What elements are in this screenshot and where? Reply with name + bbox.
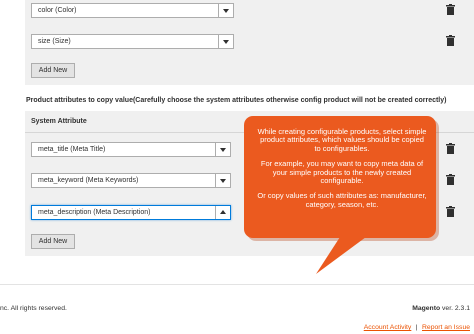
- callout-paragraph: For example, you may want to copy meta d…: [260, 159, 424, 186]
- copy-attribute-select-meta-title[interactable]: meta_title (Meta Title): [31, 142, 231, 157]
- copy-attribute-select-meta-description[interactable]: meta_description (Meta Description): [31, 205, 231, 220]
- trash-icon[interactable]: [446, 206, 455, 217]
- footer-brand: Magento: [412, 305, 441, 312]
- attribute-select-value: meta_title (Meta Title): [38, 146, 106, 153]
- add-new-copy-attribute-button[interactable]: Add New: [31, 234, 75, 249]
- chevron-down-icon: [215, 174, 230, 187]
- attribute-select-color[interactable]: color (Color): [31, 3, 234, 18]
- copy-attribute-select-meta-keyword[interactable]: meta_keyword (Meta Keywords): [31, 173, 231, 188]
- chevron-down-icon: [218, 35, 233, 48]
- callout-paragraph: While creating configurable products, se…: [257, 127, 427, 153]
- account-activity-link[interactable]: Account Activity: [364, 324, 412, 331]
- attribute-select-size[interactable]: size (Size): [31, 34, 234, 49]
- column-header-system-attribute: System Attribute: [31, 118, 87, 125]
- report-issue-link[interactable]: Report an Issue: [422, 324, 470, 331]
- copy-section-title: Product attributes to copy value(Careful…: [26, 97, 447, 104]
- attribute-select-value: meta_keyword (Meta Keywords): [38, 177, 139, 184]
- footer-divider: [0, 284, 474, 285]
- chevron-up-icon: [215, 206, 230, 219]
- footer-separator: |: [415, 324, 418, 331]
- trash-icon[interactable]: [446, 4, 455, 15]
- attribute-select-value: meta_description (Meta Description): [38, 209, 151, 216]
- footer-version-number: ver. 2.3.1: [442, 305, 470, 312]
- footer-links: Account Activity | Report an Issue: [364, 316, 470, 334]
- footer-copyright: nc. All rights reserved.: [0, 305, 67, 312]
- footer-version: Magento ver. 2.3.1: [412, 305, 470, 312]
- trash-icon[interactable]: [446, 174, 455, 185]
- callout-paragraph: Or copy values of such attributes as: ma…: [257, 191, 427, 209]
- callout-text: While creating configurable products, se…: [256, 127, 428, 209]
- trash-icon[interactable]: [446, 35, 455, 46]
- chevron-down-icon: [215, 143, 230, 156]
- attribute-select-value: size (Size): [38, 38, 71, 45]
- trash-icon[interactable]: [446, 143, 455, 154]
- add-new-attribute-button[interactable]: Add New: [31, 63, 75, 78]
- attribute-select-value: color (Color): [38, 7, 77, 14]
- chevron-down-icon: [218, 4, 233, 17]
